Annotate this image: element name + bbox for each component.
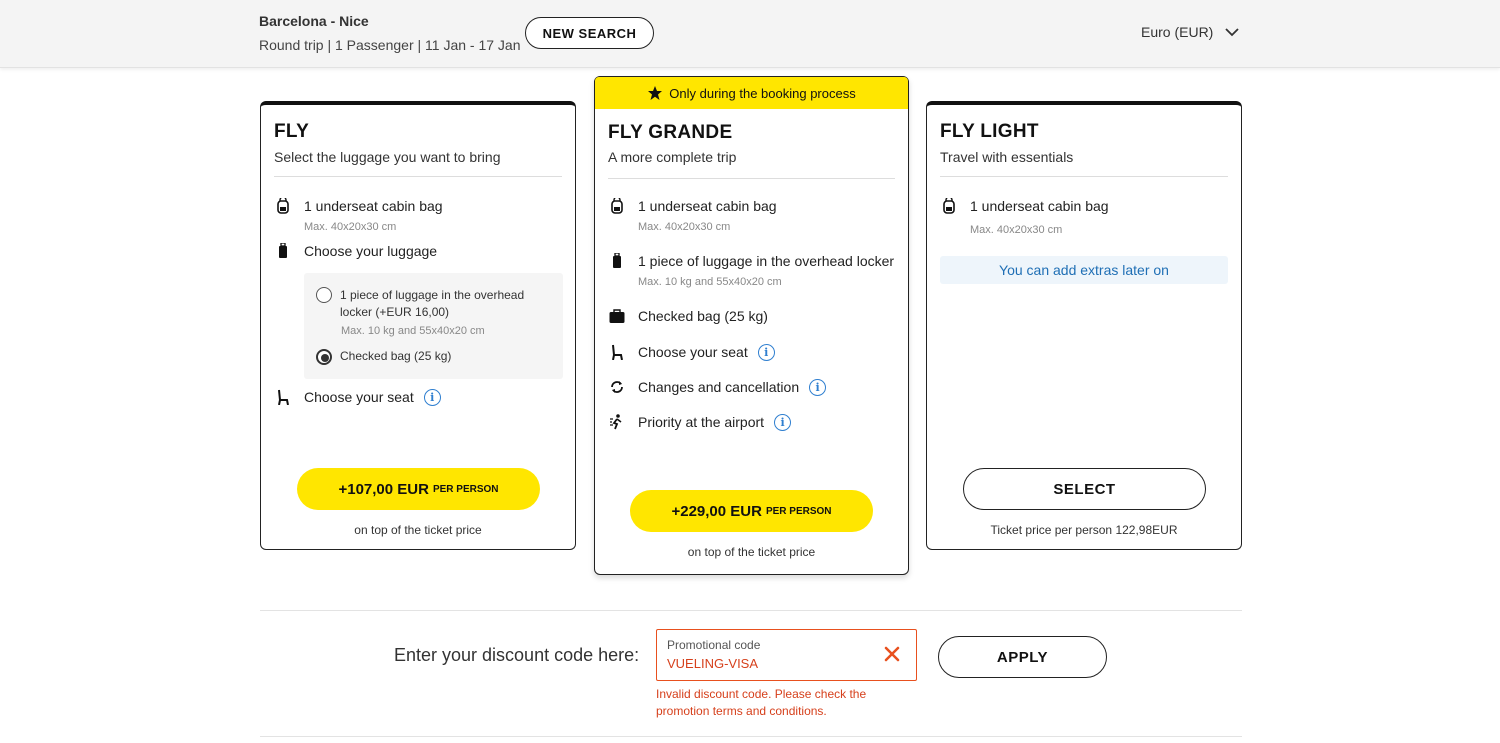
- option-label: Checked bag (25 kg): [340, 349, 452, 363]
- promo-error-message: Invalid discount code. Please check the …: [656, 687, 867, 718]
- option-overhead-locker[interactable]: 1 piece of luggage in the overhead locke…: [316, 287, 530, 321]
- price-amount: +107,00 EUR: [338, 480, 429, 498]
- promo-code-input[interactable]: [667, 656, 867, 671]
- divider: [274, 176, 562, 177]
- divider: [940, 176, 1228, 177]
- radio-checked-bag[interactable]: [316, 349, 332, 365]
- feature-choose-luggage: Choose your luggage: [274, 242, 437, 260]
- feature-label: Checked bag (25 kg): [638, 308, 768, 324]
- info-icon[interactable]: i: [757, 343, 775, 361]
- changes-icon: [608, 378, 626, 396]
- new-search-button[interactable]: NEW SEARCH: [525, 17, 654, 49]
- extras-notice: You can add extras later on: [940, 256, 1228, 284]
- feature-priority: Priority at the airport i: [608, 413, 792, 431]
- feature-label: Choose your seat: [638, 344, 748, 360]
- feature-label: 1 piece of luggage in the overhead locke…: [638, 253, 895, 269]
- feature-cabin-bag: 1 underseat cabin bag: [274, 197, 443, 215]
- feature-note: Max. 10 kg and 55x40x20 cm: [638, 276, 782, 288]
- select-button[interactable]: SELECT: [963, 468, 1206, 510]
- feature-label: 1 underseat cabin bag: [304, 198, 443, 214]
- feature-label: Changes and cancellation: [638, 379, 800, 395]
- route-title: Barcelona - Nice: [259, 13, 369, 29]
- fare-card-fly: FLY Select the luggage you want to bring…: [260, 101, 576, 550]
- info-icon[interactable]: i: [809, 378, 827, 396]
- promo-field-label: Promotional code: [667, 638, 761, 652]
- priority-icon: [608, 413, 626, 431]
- fare-subtitle: Select the luggage you want to bring: [274, 149, 501, 165]
- price-amount: +229,00 EUR: [671, 502, 762, 520]
- radio-overhead[interactable]: [316, 287, 332, 303]
- divider: [260, 736, 1242, 737]
- feature-changes: Changes and cancellation i: [608, 378, 827, 396]
- star-icon: [648, 86, 663, 100]
- fare-subtitle: A more complete trip: [608, 149, 737, 165]
- promo-banner: Only during the booking process: [595, 77, 908, 109]
- luggage-options: 1 piece of luggage in the overhead locke…: [304, 273, 563, 379]
- divider: [608, 178, 895, 179]
- feature-cabin-bag: 1 underseat cabin bag: [608, 197, 777, 215]
- bag-icon: [608, 307, 626, 325]
- feature-note: Max. 40x20x30 cm: [304, 221, 397, 233]
- fly-grande-price-button[interactable]: +229,00 EUR PER PERSON: [630, 490, 873, 532]
- price-note: on top of the ticket price: [687, 545, 816, 559]
- feature-choose-seat: Choose your seat i: [608, 343, 775, 361]
- info-icon[interactable]: i: [774, 413, 792, 431]
- info-icon[interactable]: i: [423, 388, 441, 406]
- fly-price-button[interactable]: +107,00 EUR PER PERSON: [297, 468, 540, 510]
- feature-checked-bag: Checked bag (25 kg): [608, 307, 768, 325]
- currency-selector[interactable]: Euro (EUR): [1141, 24, 1239, 40]
- feature-label: Choose your seat: [304, 389, 414, 405]
- option-note: Max. 10 kg and 55x40x20 cm: [341, 325, 485, 337]
- feature-note: Max. 40x20x30 cm: [970, 224, 1063, 236]
- suitcase-icon: [274, 242, 292, 260]
- fare-card-fly-light: FLY LIGHT Travel with essentials 1 under…: [926, 101, 1242, 550]
- backpack-icon: [940, 197, 958, 215]
- feature-label: 1 underseat cabin bag: [970, 198, 1109, 214]
- fare-card-fly-grande: Only during the booking process FLY GRAN…: [594, 76, 909, 575]
- price-note: on top of the ticket price: [354, 523, 482, 537]
- close-icon[interactable]: [882, 644, 902, 664]
- seat-icon: [274, 388, 292, 406]
- trip-info: Round trip | 1 Passenger | 11 Jan - 17 J…: [259, 37, 521, 53]
- feature-label: Priority at the airport: [638, 414, 765, 430]
- chevron-down-icon: [1225, 28, 1239, 37]
- suitcase-icon: [608, 252, 626, 270]
- per-person-label: PER PERSON: [432, 483, 499, 495]
- divider: [260, 610, 1242, 611]
- feature-choose-seat: Choose your seat i: [274, 388, 441, 406]
- top-header: Barcelona - Nice Round trip | 1 Passenge…: [0, 0, 1500, 68]
- seat-icon: [608, 343, 626, 361]
- apply-button[interactable]: APPLY: [938, 636, 1107, 678]
- discount-label: Enter your discount code here:: [394, 645, 640, 665]
- backpack-icon: [608, 197, 626, 215]
- per-person-label: PER PERSON: [765, 505, 832, 517]
- fare-title: FLY: [274, 121, 310, 142]
- option-label: 1 piece of luggage in the overhead locke…: [340, 288, 525, 319]
- fare-subtitle: Travel with essentials: [940, 149, 1074, 165]
- feature-overhead-locker: 1 piece of luggage in the overhead locke…: [608, 252, 894, 270]
- feature-cabin-bag: 1 underseat cabin bag: [940, 197, 1109, 215]
- feature-note: Max. 40x20x30 cm: [638, 221, 731, 233]
- banner-text: Only during the booking process: [669, 85, 856, 101]
- ticket-price: Ticket price per person 122,98EUR: [990, 523, 1178, 537]
- fare-title: FLY LIGHT: [940, 121, 1039, 142]
- option-checked-bag[interactable]: Checked bag (25 kg): [316, 349, 451, 365]
- backpack-icon: [274, 197, 292, 215]
- currency-label: Euro (EUR): [1141, 24, 1214, 40]
- feature-label: 1 underseat cabin bag: [638, 198, 777, 214]
- promo-code-field[interactable]: Promotional code: [656, 629, 917, 681]
- feature-label: Choose your luggage: [304, 243, 438, 259]
- fare-title: FLY GRANDE: [608, 122, 733, 143]
